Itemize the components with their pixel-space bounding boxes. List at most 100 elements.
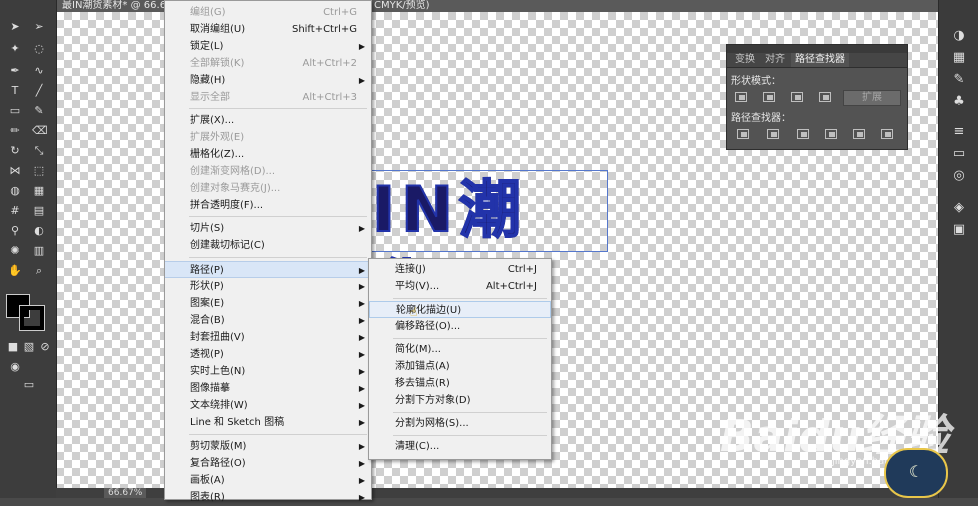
menu-item-pattern[interactable]: 图案(E) ▶ — [165, 295, 371, 312]
menu-item-blend[interactable]: 混合(B) ▶ — [165, 312, 371, 329]
selection-tool-icon[interactable]: ➤ — [8, 20, 22, 34]
transparency-panel-icon[interactable]: ◎ — [951, 168, 967, 184]
unite-icon[interactable] — [735, 92, 747, 102]
menu-item-unlock-all[interactable]: 全部解锁(K) Alt+Ctrl+2 — [165, 55, 371, 72]
color-panel-icon[interactable]: ◑ — [951, 28, 967, 44]
layers-panel-icon[interactable]: ◈ — [951, 200, 967, 216]
screen-mode-icon[interactable]: ▭ — [22, 378, 36, 392]
menu-item-lock[interactable]: 锁定(L) ▶ — [165, 38, 371, 55]
scale-icon[interactable]: ⤡ — [32, 144, 46, 158]
none-mode-icon[interactable]: ⊘ — [38, 340, 52, 354]
menu-item-hide[interactable]: 隐藏(H) ▶ — [165, 72, 371, 89]
menu-item-expand-appearance[interactable]: 扩展外观(E) — [165, 129, 371, 146]
tab-pathfinder[interactable]: 路径查找器 — [791, 53, 849, 67]
outline-icon[interactable] — [853, 129, 865, 139]
mesh-tool-icon[interactable]: # — [8, 204, 22, 218]
symbols-panel-icon[interactable]: ♣ — [951, 94, 967, 110]
submenu-item-simplify[interactable]: 简化(M)... — [369, 341, 551, 358]
brushes-panel-icon[interactable]: ✎ — [951, 72, 967, 88]
menu-item-group[interactable]: 编组(G) Ctrl+G — [165, 4, 371, 21]
free-transform-icon[interactable]: ⬚ — [32, 164, 46, 178]
submenu-item-split-grid[interactable]: 分割为网格(S)... — [369, 415, 551, 432]
intersect-icon[interactable] — [791, 92, 803, 102]
curvature-icon[interactable]: ∿ — [32, 64, 46, 78]
artboards-panel-icon[interactable]: ▣ — [951, 222, 967, 238]
selected-artwork[interactable]: IN潮 货 — [370, 170, 608, 327]
direct-selection-icon[interactable]: ➢ — [32, 20, 46, 34]
menu-item-gradient-mesh[interactable]: 创建渐变网格(D)... — [165, 163, 371, 180]
width-tool-icon[interactable]: ⋈ — [8, 164, 22, 178]
gradient-panel-icon[interactable]: ▭ — [951, 146, 967, 162]
submenu-item-join[interactable]: 连接(J) Ctrl+J — [369, 261, 551, 278]
magic-wand-icon[interactable]: ✦ — [8, 42, 22, 56]
eraser-icon[interactable]: ⌫ — [32, 124, 48, 138]
gradient-tool-icon[interactable]: ▤ — [32, 204, 46, 218]
blend-tool-icon[interactable]: ◐ — [32, 224, 46, 238]
symbol-sprayer-icon[interactable]: ✺ — [8, 244, 22, 258]
tab-transform[interactable]: 变换 — [731, 53, 759, 67]
menu-item-clipping-mask[interactable]: 剪切蒙版(M) ▶ — [165, 438, 371, 455]
menu-item-image-trace[interactable]: 图像描摹 ▶ — [165, 380, 371, 397]
menu-item-slice[interactable]: 切片(S) ▶ — [165, 220, 371, 237]
menu-item-perspective[interactable]: 透视(P) ▶ — [165, 346, 371, 363]
submenu-item-average[interactable]: 平均(V)... Alt+Ctrl+J — [369, 278, 551, 295]
paintbrush-icon[interactable]: ✎ — [32, 104, 46, 118]
zoom-tool-icon[interactable]: ⌕ — [32, 264, 46, 278]
menu-item-text-wrap[interactable]: 文本绕排(W) ▶ — [165, 397, 371, 414]
rectangle-tool-icon[interactable]: ▭ — [8, 104, 22, 118]
shape-builder-icon[interactable]: ◍ — [8, 184, 22, 198]
submenu-item-offset-path[interactable]: 偏移路径(O)... — [369, 318, 551, 335]
minus-back-icon[interactable] — [881, 129, 893, 139]
menu-item-show-all[interactable]: 显示全部 Alt+Ctrl+3 — [165, 89, 371, 106]
lasso-icon[interactable]: ◌ — [32, 42, 46, 56]
gradient-mode-icon[interactable]: ▧ — [22, 340, 36, 354]
stroke-color-swatch[interactable] — [19, 305, 45, 331]
menu-item-envelope-distort[interactable]: 封套扭曲(V) ▶ — [165, 329, 371, 346]
document-tab-title[interactable]: 最IN潮货素材* @ 66.67 — [62, 0, 172, 12]
trim-icon[interactable] — [767, 129, 779, 139]
perspective-grid-icon[interactable]: ▦ — [32, 184, 46, 198]
panel-header[interactable] — [727, 45, 907, 53]
minus-front-icon[interactable] — [763, 92, 775, 102]
graph-tool-icon[interactable]: ▥ — [32, 244, 46, 258]
rotate-icon[interactable]: ↻ — [8, 144, 22, 158]
stroke-panel-icon[interactable]: ≡ — [951, 124, 967, 140]
exclude-icon[interactable] — [819, 92, 831, 102]
menu-item-crop-marks[interactable]: 创建裁切标记(C) — [165, 237, 371, 254]
submenu-item-clean-up[interactable]: 清理(C)... — [369, 438, 551, 455]
draw-mode-icon[interactable]: ◉ — [8, 360, 22, 374]
pencil-icon[interactable]: ✏ — [8, 124, 22, 138]
menu-item-path[interactable]: 路径(P) ▶ — [165, 261, 371, 278]
menu-item-artboards[interactable]: 画板(A) ▶ — [165, 472, 371, 489]
pen-tool-icon[interactable]: ✒ — [8, 64, 22, 78]
submenu-item-remove-anchor[interactable]: 移去锚点(R) — [369, 375, 551, 392]
menu-item-object-mosaic[interactable]: 创建对象马赛克(J)... — [165, 180, 371, 197]
menu-item-shape[interactable]: 形状(P) ▶ — [165, 278, 371, 295]
menu-item-expand[interactable]: 扩展(X)... — [165, 112, 371, 129]
submenu-item-add-anchor[interactable]: 添加锚点(A) — [369, 358, 551, 375]
line-tool-icon[interactable]: ╱ — [32, 84, 46, 98]
menu-item-flatten-transparency[interactable]: 拼合透明度(F)... — [165, 197, 371, 214]
tab-align[interactable]: 对齐 — [761, 53, 789, 67]
divide-icon[interactable] — [737, 129, 749, 139]
menu-item-compound-path[interactable]: 复合路径(O) ▶ — [165, 455, 371, 472]
zoom-level-field[interactable]: 66.67% — [104, 488, 147, 498]
hand-tool-icon[interactable]: ✋ — [8, 264, 22, 278]
crop-icon[interactable] — [825, 129, 837, 139]
menu-item-rasterize[interactable]: 栅格化(Z)... — [165, 146, 371, 163]
submenu-item-outline-stroke[interactable]: 轮廓化描边(U) ☝ — [369, 301, 551, 319]
submenu-item-divide-below[interactable]: 分割下方对象(D) — [369, 392, 551, 409]
merge-icon[interactable] — [797, 129, 809, 139]
shape-modes-label: 形状模式： — [731, 76, 781, 87]
pathfinder-panel: 变换 对齐 路径查找器 形状模式： 扩展 路径查找器： — [726, 44, 908, 150]
color-mode-icon[interactable]: ■ — [6, 340, 20, 354]
type-tool-icon[interactable]: T — [8, 84, 22, 98]
expand-button[interactable]: 扩展 — [843, 90, 901, 106]
menu-item-ungroup[interactable]: 取消编组(U) Shift+Ctrl+G — [165, 21, 371, 38]
eyedropper-icon[interactable]: ⚲ — [8, 224, 22, 238]
swatches-panel-icon[interactable]: ▦ — [951, 50, 967, 66]
menu-separator — [393, 435, 547, 436]
menu-item-live-paint[interactable]: 实时上色(N) ▶ — [165, 363, 371, 380]
tools-panel: ➤ ➢ ✦ ◌ ✒ ∿ T ╱ ▭ ✎ ✏ ⌫ ↻ ⤡ ⋈ ⬚ ◍ ▦ # ▤ … — [0, 0, 57, 498]
menu-item-line-sketch[interactable]: Line 和 Sketch 图稿 ▶ — [165, 414, 371, 431]
